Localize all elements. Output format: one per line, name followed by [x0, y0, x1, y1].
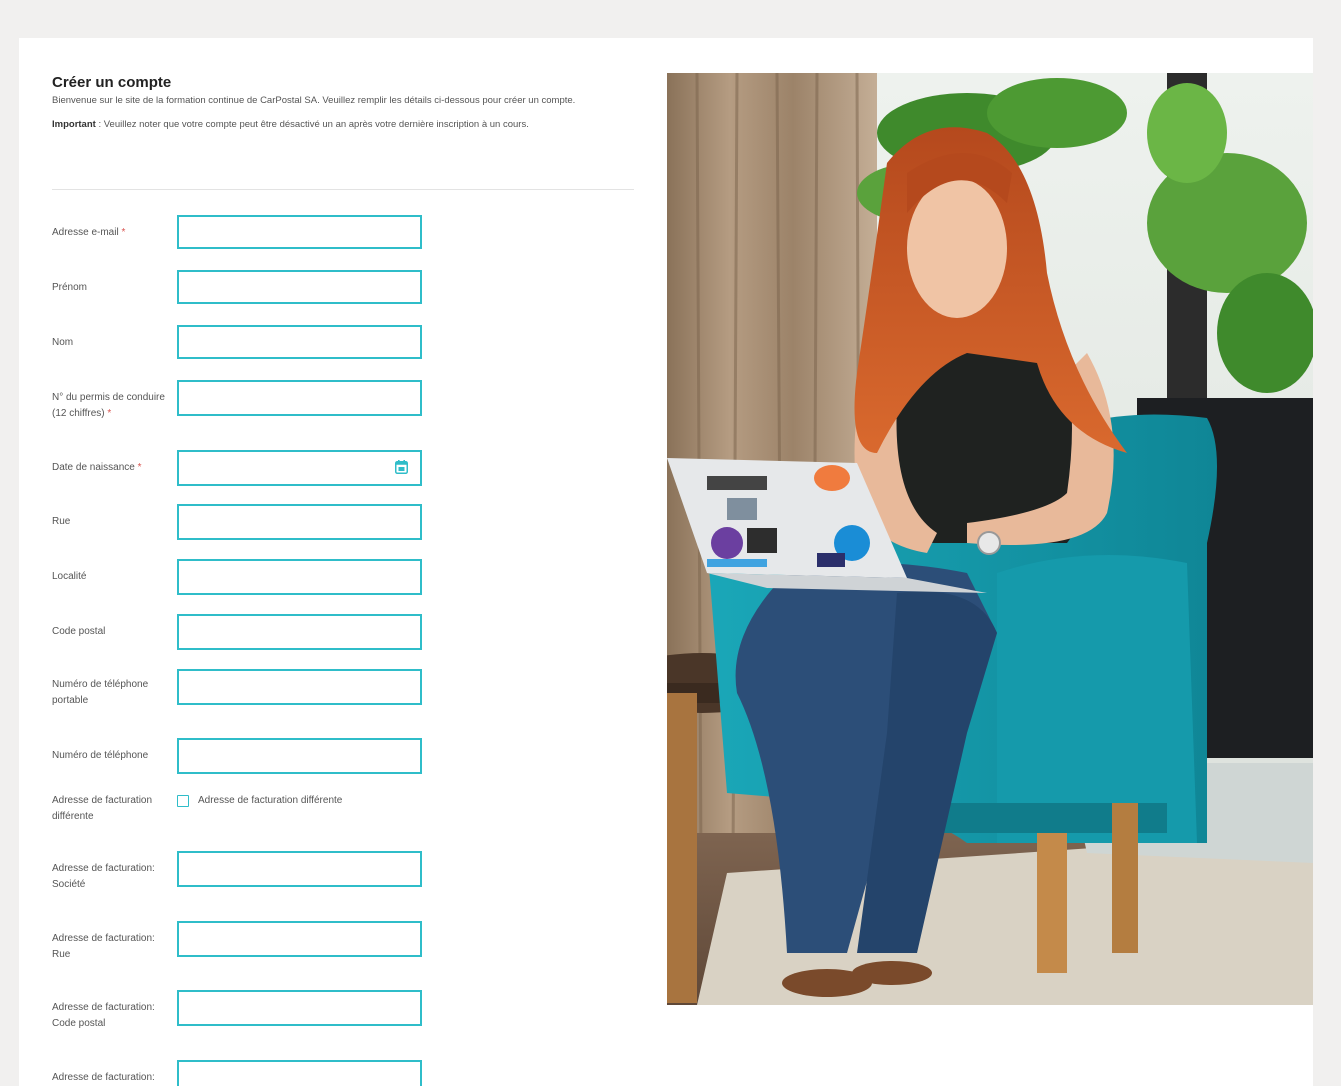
billing-company-label: Adresse de facturation: Société — [52, 863, 155, 890]
license-label: N° du permis de conduire (12 chiffres) * — [52, 392, 165, 419]
firstname-input[interactable] — [177, 270, 422, 304]
form-header: Créer un compte Bienvenue sur le site de… — [52, 74, 636, 132]
calendar-icon[interactable] — [395, 460, 408, 474]
register-card: Créer un compte Bienvenue sur le site de… — [19, 38, 1313, 1086]
billing-city-label: Adresse de facturation: — [52, 1072, 155, 1083]
lastname-input[interactable] — [177, 325, 422, 359]
city-input[interactable] — [177, 559, 422, 595]
mobile-label: Numéro de téléphone portable — [52, 679, 149, 706]
street-label: Rue — [52, 516, 71, 527]
mobile-input[interactable] — [177, 669, 422, 705]
city-label: Localité — [52, 571, 87, 582]
billing-company-input[interactable] — [177, 851, 422, 887]
billing-street-input[interactable] — [177, 921, 422, 957]
important-label: Important — [52, 119, 96, 130]
license-input[interactable] — [177, 380, 422, 416]
zip-input[interactable] — [177, 614, 422, 650]
birthdate-input[interactable] — [177, 450, 422, 486]
firstname-label: Prénom — [52, 282, 88, 293]
billing-diff-label: Adresse de facturation différente — [52, 795, 153, 822]
photo-woman-laptop-icon — [667, 73, 1313, 1005]
lastname-label: Nom — [52, 337, 74, 348]
phone-input[interactable] — [177, 738, 422, 774]
hero-photo — [667, 73, 1313, 1005]
important-text: : Veuillez noter que votre compte peut ê… — [95, 119, 529, 130]
billing-zip-input[interactable] — [177, 990, 422, 1026]
billing-city-input[interactable] — [177, 1060, 422, 1086]
birthdate-label: Date de naissance * — [52, 462, 142, 473]
header-divider — [52, 189, 634, 190]
zip-label: Code postal — [52, 626, 106, 637]
page-title: Créer un compte — [52, 74, 172, 91]
street-input[interactable] — [177, 504, 422, 540]
billing-diff-checkbox[interactable] — [177, 795, 189, 807]
email-input[interactable] — [177, 215, 422, 249]
email-label: Adresse e-mail * — [52, 227, 126, 238]
billing-diff-checkbox-label[interactable]: Adresse de facturation différente — [198, 794, 342, 808]
billing-street-label: Adresse de facturation: Rue — [52, 933, 155, 960]
intro-text: Bienvenue sur le site de la formation co… — [52, 95, 576, 106]
important-note: Important : Veuillez noter que votre com… — [52, 117, 636, 132]
phone-label: Numéro de téléphone — [52, 750, 149, 761]
billing-zip-label: Adresse de facturation: Code postal — [52, 1002, 155, 1029]
